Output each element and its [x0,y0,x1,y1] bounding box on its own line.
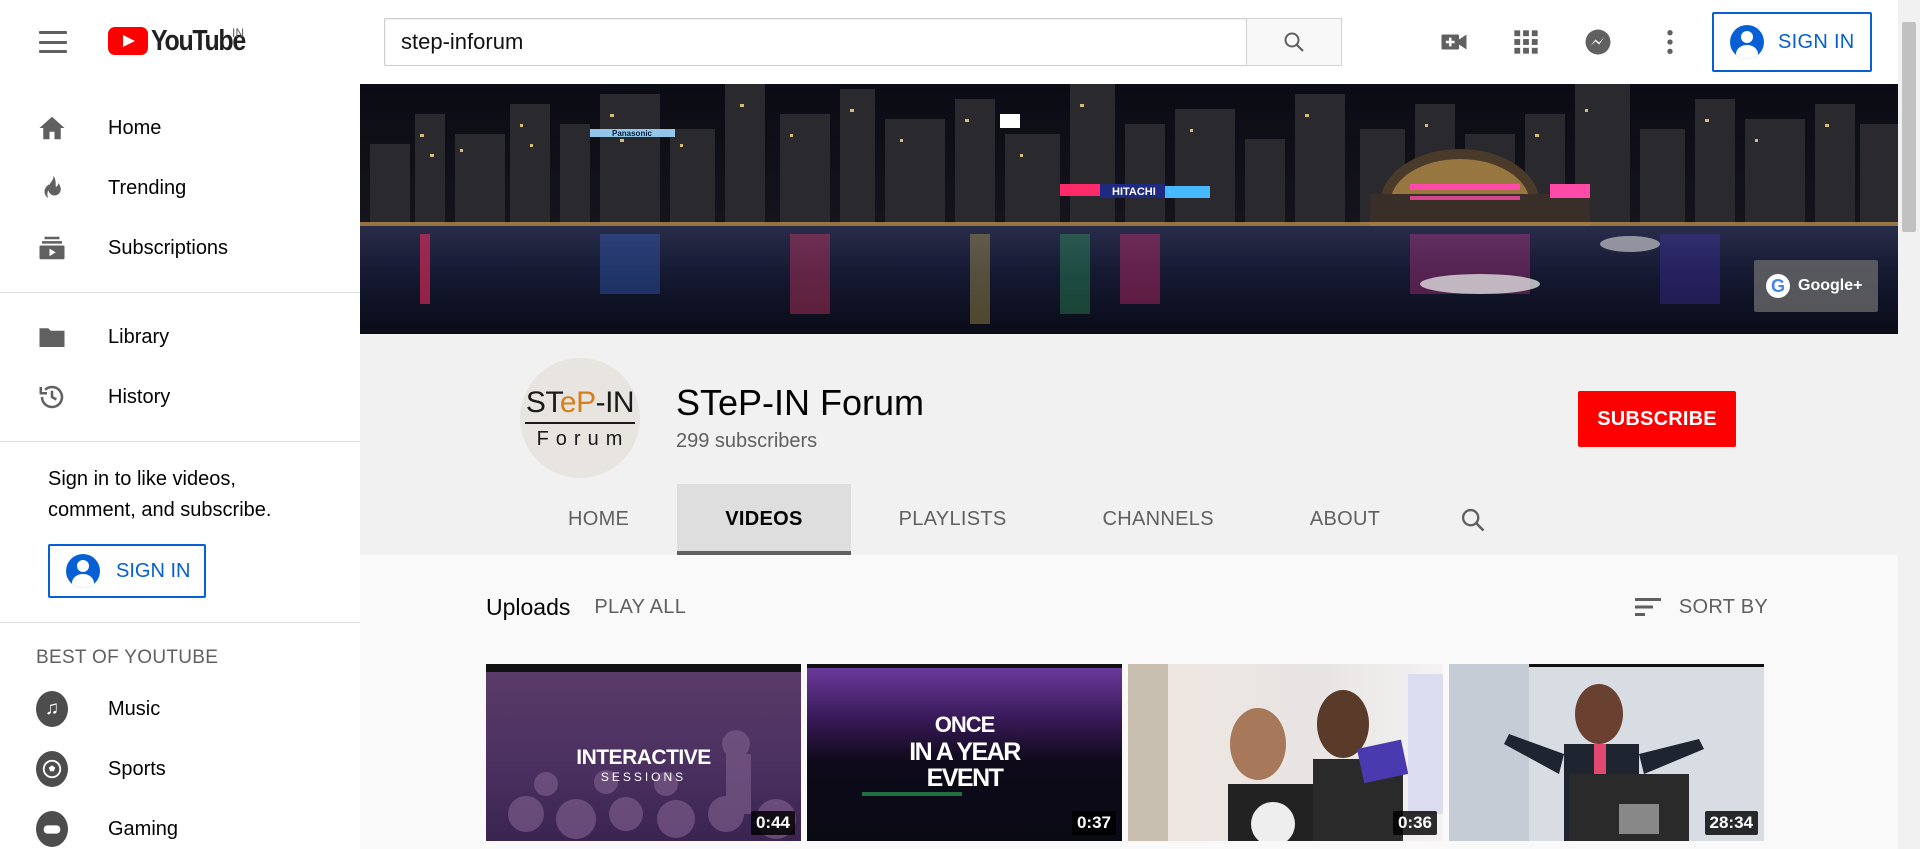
play-all-button[interactable]: PLAY ALL [594,596,686,619]
account-icon [66,554,100,588]
sidebar-item-trending[interactable]: Trending [0,158,360,218]
history-icon [36,381,68,413]
folder-icon [36,321,68,353]
video-duration: 28:34 [1704,811,1758,835]
channel-title: STeP-IN Forum [676,382,925,423]
channel-tabs: HOME VIDEOS PLAYLISTS CHANNELS ABOUT [520,484,1518,555]
sidebar: Home Trending Subscriptions Library Hist… [0,84,360,849]
sidebar-item-label: Trending [108,176,187,199]
sort-icon [1634,598,1661,616]
avatar-logo-text-in: -IN [595,385,635,419]
masthead: YouTube IN SIGN IN [0,0,1898,84]
sign-in-label: SIGN IN [1778,30,1855,53]
sidebar-item-label: Music [108,697,161,720]
google-plus-link[interactable]: G Google+ [1754,260,1878,312]
create-video-icon[interactable] [1436,24,1472,60]
sidebar-item-subscriptions[interactable]: Subscriptions [0,218,360,278]
subscribe-button[interactable]: SUBSCRIBE [1578,391,1736,447]
sidebar-item-music[interactable]: ♫ Music [0,679,360,739]
thumbnail-overlay-line2: IN A YEAR [909,738,1021,766]
page-scrollbar[interactable] [1898,0,1920,849]
avatar-logo-rule [525,421,635,424]
video-duration: 0:36 [1392,811,1437,835]
subscriber-count: 299 subscribers [676,430,818,452]
video-duration: 0:44 [750,811,795,835]
sidebar-icon-slot: ♫ [36,691,68,727]
video-thumbnail[interactable]: ONCE IN A YEAR EVENT 0:37 [807,664,1122,841]
avatar-logo-text-ep: eP [559,385,596,419]
sidebar-item-library[interactable]: Library [0,307,360,367]
tab-about[interactable]: ABOUT [1262,484,1428,555]
fire-icon [36,172,68,204]
video-duration: 0:37 [1071,811,1116,835]
music-icon: ♫ [36,691,68,727]
video-thumbnail[interactable]: 28:34 [1449,664,1764,841]
uploads-shelf-header: Uploads PLAY ALL SORT BY [486,589,1768,625]
sidebar-item-label: Home [108,116,162,139]
thumbnail-overlay-line2: SESSIONS [600,770,687,784]
thumbnail-overlay-line1: ONCE [934,712,996,737]
channel-search-button[interactable] [1428,484,1518,555]
guide-menu-icon[interactable] [36,29,70,55]
google-plus-label: Google+ [1798,277,1863,294]
tab-videos[interactable]: VIDEOS [677,484,851,555]
divider [0,292,360,293]
hitachi-sign: HITACHI [1112,186,1156,198]
google-icon: G [1766,274,1790,298]
sign-in-label: SIGN IN [116,559,191,582]
thumbnail-overlay-line1: INTERACTIVE [576,746,711,769]
sidebar-item-label: Library [108,325,170,348]
video-thumbnail[interactable]: 0:36 [1128,664,1443,841]
sidebar-item-home[interactable]: Home [0,98,360,158]
sidebar-item-label: Gaming [108,817,179,840]
video-thumbnail[interactable]: INTERACTIVE SESSIONS 0:44 [486,664,801,841]
apps-icon[interactable] [1508,24,1544,60]
best-of-youtube-heading: BEST OF YOUTUBE [36,647,219,668]
sort-by-button[interactable]: SORT BY [1633,595,1768,619]
tab-home[interactable]: HOME [520,484,677,555]
uploads-title[interactable]: Uploads [486,594,570,621]
country-code: IN [232,26,244,40]
sidebar-item-label: History [108,385,171,408]
sidebar-icon-slot [36,811,68,847]
channel-banner: Panasonic HITACHI G Google+ [360,84,1898,334]
thumbnail-overlay-line3: EVENT [926,764,1004,792]
sidebar-icon-slot [36,751,68,787]
tab-channels[interactable]: CHANNELS [1055,484,1262,555]
sidebar-item-label: Sports [108,757,166,780]
avatar-logo-text-st: ST [525,385,561,419]
sidebar-item-sports[interactable]: Sports [0,739,360,799]
sidebar-item-label: Subscriptions [108,236,229,259]
video-grid: INTERACTIVE SESSIONS 0:44 ONCE IN A YEAR… [486,664,1764,841]
search-input[interactable] [384,18,1246,66]
sidebar-item-gaming[interactable]: Gaming [0,799,360,849]
tab-playlists[interactable]: PLAYLISTS [851,484,1055,555]
search-icon [1462,508,1485,531]
home-icon [36,112,68,144]
sort-by-label: SORT BY [1678,595,1768,618]
more-options-icon[interactable] [1652,24,1688,60]
banner-image: Panasonic HITACHI [360,84,1898,334]
avatar-logo-line1: STeP-IN [525,385,635,420]
youtube-play-icon [108,27,148,55]
channel-header: STeP-IN Forum STeP-IN Forum 299 subscrib… [360,334,1898,555]
sidebar-item-history[interactable]: History [0,367,360,427]
panasonic-sign: Panasonic [612,129,653,138]
search-button[interactable] [1246,18,1342,66]
search-box [384,18,1342,66]
channel-page: Panasonic HITACHI G Google+ STeP-IN Foru… [360,84,1898,849]
account-icon [1730,25,1764,59]
sports-icon [36,751,68,787]
search-icon [1284,32,1304,52]
channel-avatar[interactable]: STeP-IN Forum [520,358,640,478]
sign-in-button[interactable]: SIGN IN [1712,12,1872,72]
avatar-logo-line2: Forum [536,427,630,450]
logo-text: YouTube [151,24,246,57]
sign-in-message: Sign in to like videos, comment, and sub… [48,468,272,521]
scrollbar-thumb[interactable] [1902,22,1916,232]
sidebar-sign-in-button[interactable]: SIGN IN [48,544,206,598]
gaming-icon [36,811,68,847]
messages-icon[interactable] [1580,24,1616,60]
subscriptions-icon [36,232,68,264]
